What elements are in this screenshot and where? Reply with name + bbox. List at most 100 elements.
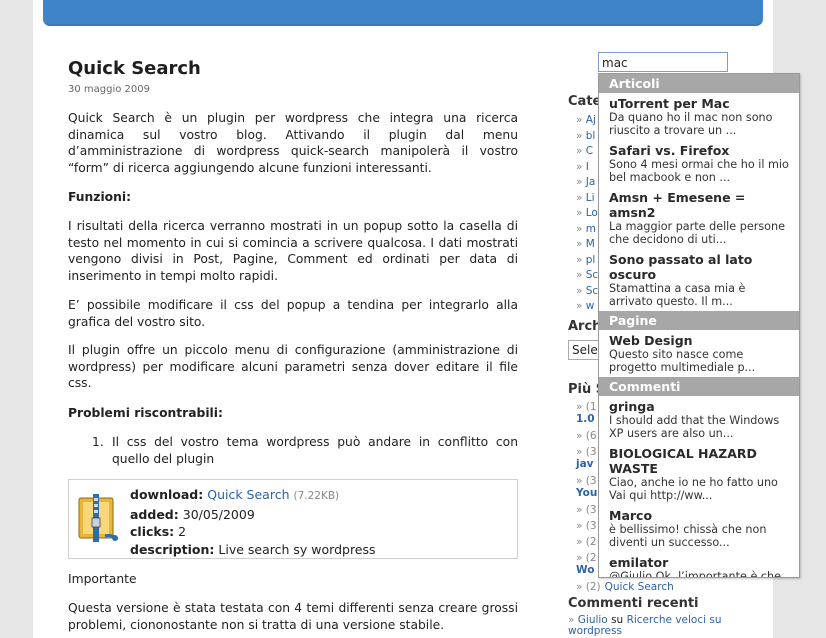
popular-link[interactable]: Wo (576, 564, 594, 576)
popular-item: » (2 (576, 536, 597, 548)
category-link[interactable]: pl (586, 254, 596, 266)
description-label: description: (130, 541, 215, 557)
search-result-item[interactable]: uTorrent per Mac Da quano ho il mac non s… (599, 93, 799, 140)
bullet: » (576, 238, 586, 250)
category-item[interactable]: » bl (576, 130, 595, 142)
count: » (6 (576, 430, 597, 442)
post-title[interactable]: Quick Search (68, 58, 518, 80)
result-title[interactable]: Safari vs. Firefox (609, 143, 791, 158)
result-title[interactable]: Amsn + Emesene = amsn2 (609, 190, 791, 220)
popular-item: » (3 You (576, 475, 597, 499)
category-link[interactable]: Sc (586, 269, 598, 281)
count: » (1 (576, 401, 597, 413)
plugin-paragraph: Il plugin offre un piccolo menu di confi… (68, 343, 518, 390)
category-link[interactable]: Sc (586, 285, 598, 297)
category-item[interactable]: » Sc (576, 269, 598, 281)
archivi-heading: Arch (568, 319, 602, 334)
category-link[interactable]: w (586, 300, 595, 312)
download-box: download: Quick Search (7.22KB) added: 3… (68, 479, 518, 559)
popular-item: » (1 1.0 (576, 401, 597, 425)
category-item[interactable]: » M (576, 238, 595, 250)
bullet: » (576, 207, 586, 219)
result-title[interactable]: Marco (609, 508, 791, 523)
category-item[interactable]: » w (576, 300, 594, 312)
result-excerpt: Questo sito nasce come progetto multimed… (609, 348, 756, 374)
bullet: » (576, 129, 586, 142)
category-item[interactable]: » Aj (576, 114, 596, 126)
result-excerpt: La maggior parte delle persone che decid… (609, 220, 785, 246)
bullet: » (576, 284, 586, 297)
category-link[interactable]: C (586, 145, 593, 157)
download-link[interactable]: Quick Search (207, 487, 289, 502)
bullet: » (576, 300, 586, 312)
result-title[interactable]: uTorrent per Mac (609, 96, 791, 111)
list-number: 1. (92, 435, 104, 449)
result-excerpt: I should add that the Windows XP users a… (609, 414, 780, 440)
result-title[interactable]: emilator (609, 555, 791, 570)
file-size: (7.22KB) (293, 490, 340, 502)
category-link[interactable]: M (586, 238, 595, 250)
popular-item: » (6 (576, 430, 597, 442)
section-pagine: Pagine (599, 311, 799, 330)
download-label: download: (130, 487, 204, 502)
popular-link[interactable]: 1.0 (576, 413, 595, 425)
category-item[interactable]: » Li (576, 192, 595, 204)
count: » (3 (576, 475, 597, 487)
search-result-item[interactable]: emilator@Giulio Ok, l’importante è che t… (599, 552, 799, 578)
zip-archive-icon[interactable] (75, 492, 121, 544)
popular-item: » (3 (576, 520, 597, 532)
result-title[interactable]: gringa (609, 399, 791, 414)
recent-comments-heading: Commenti recenti (568, 596, 699, 611)
search-result-item[interactable]: Safari vs. Firefox Sono 4 mesi ormai che … (599, 140, 799, 187)
post-date: 30 maggio 2009 (68, 84, 150, 95)
count: » (3 (576, 504, 597, 516)
popular-item: » (3 jav (576, 446, 597, 470)
category-link[interactable]: I (586, 161, 589, 173)
popular-link[interactable]: You (576, 487, 597, 499)
category-link[interactable]: bl (586, 130, 596, 142)
category-link[interactable]: Li (586, 192, 595, 204)
bullet: » (576, 269, 586, 281)
category-item[interactable]: » C (576, 145, 593, 157)
category-link[interactable]: Ja (586, 176, 596, 188)
search-input[interactable]: mac (598, 52, 728, 72)
result-title[interactable]: Sono passato al lato oscuro (609, 252, 791, 282)
clicks-label: clicks: (130, 524, 175, 539)
bullet: » (576, 191, 586, 204)
results-paragraph: I risultati della ricerca verranno mostr… (68, 219, 518, 283)
added-label: added: (130, 506, 179, 522)
category-item[interactable]: » Sc (576, 285, 598, 297)
result-excerpt: @Giulio Ok, l’importante è che tu sia a … (609, 570, 782, 578)
category-item[interactable]: » m (576, 223, 596, 235)
clicks-value: 2 (178, 524, 187, 539)
search-result-item[interactable]: Web Design Questo sito nasce come progett… (599, 330, 799, 377)
count: » (3 (576, 446, 597, 458)
popular-link[interactable]: jav (576, 458, 594, 470)
category-link[interactable]: Lo (586, 207, 598, 219)
popular-item: » (2 Wo (576, 552, 597, 576)
category-item[interactable]: » I (576, 161, 589, 173)
quick-search-popup: Articoli uTorrent per Mac Da quano ho il … (598, 73, 800, 578)
popular-link[interactable]: Quick Search (605, 581, 674, 593)
version-paragraph: Questa versione è stata testata con 4 te… (68, 601, 518, 632)
category-link[interactable]: m (586, 223, 596, 235)
category-item[interactable]: » pl (576, 254, 595, 266)
search-result-item[interactable]: BIOLOGICAL HAZARD WASTE Ciao, anche io ne… (599, 443, 799, 505)
count: » (2 (576, 536, 597, 548)
search-result-item[interactable]: gringa I should add that the Windows XP u… (599, 396, 799, 443)
category-link[interactable]: Aj (586, 114, 596, 126)
categorie-heading: Cate (568, 94, 602, 109)
category-item[interactable]: » Lo (576, 207, 598, 219)
result-excerpt: Sono 4 mesi ormai che ho il mio bel macb… (609, 158, 789, 184)
bullet: » (576, 114, 586, 126)
search-result-item[interactable]: Marco è bellissimo! chissà che non divent… (599, 505, 799, 552)
category-item[interactable]: » Ja (576, 176, 595, 188)
result-title[interactable]: BIOLOGICAL HAZARD WASTE (609, 446, 791, 476)
search-result-item[interactable]: Amsn + Emesene = amsn2 La maggior parte d… (599, 187, 799, 249)
recent-comment-item: » Giulio su Ricerche veloci su wordpress (568, 614, 722, 637)
bullet: » (576, 145, 586, 157)
result-title[interactable]: Web Design (609, 333, 791, 348)
search-result-item[interactable]: Sono passato al lato oscuro Stamattina a … (599, 249, 799, 311)
intro-paragraph: Quick Search è un plugin per wordpress c… (68, 111, 518, 175)
result-excerpt: è bellissimo! chissà che non diventi un … (609, 523, 767, 549)
